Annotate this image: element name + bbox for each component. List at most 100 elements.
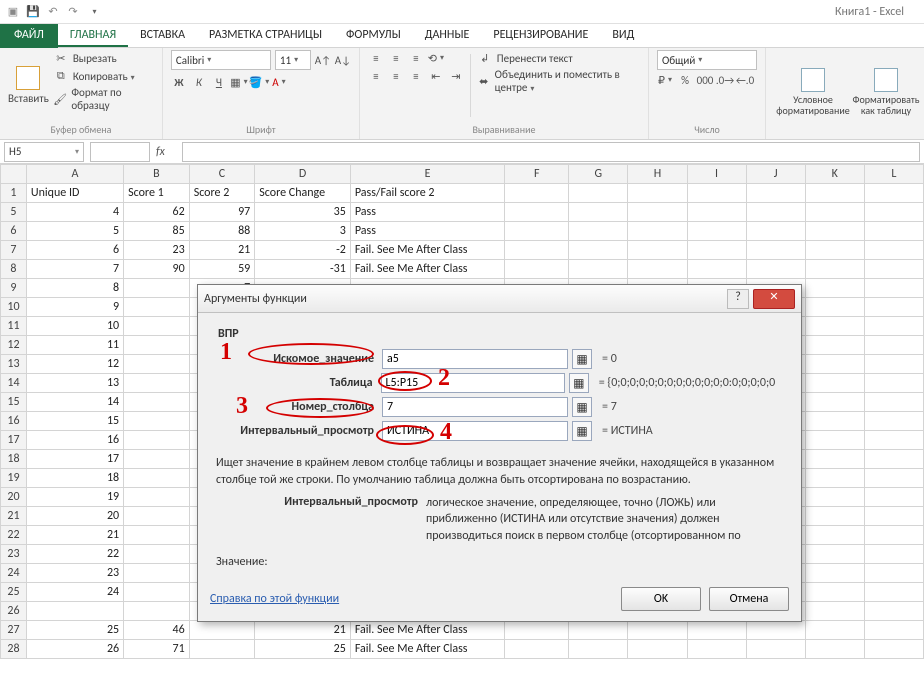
cell[interactable] <box>569 260 628 279</box>
align-right-icon[interactable]: ≡ <box>408 68 424 84</box>
arg-input-col[interactable] <box>382 397 568 417</box>
formula-bar[interactable] <box>182 142 920 162</box>
cell[interactable] <box>805 469 864 488</box>
cell[interactable] <box>864 317 923 336</box>
cell[interactable]: 3 <box>255 222 351 241</box>
align-center-icon[interactable]: ≡ <box>388 68 404 84</box>
cell[interactable] <box>628 260 687 279</box>
italic-icon[interactable]: К <box>191 74 207 90</box>
cell[interactable] <box>864 222 923 241</box>
cell[interactable]: Fail. See Me After Class <box>350 241 504 260</box>
col-header[interactable]: B <box>124 165 190 184</box>
dialog-help-icon[interactable]: ? <box>727 289 749 309</box>
cell[interactable] <box>687 241 746 260</box>
cell[interactable]: 59 <box>189 260 255 279</box>
wrap-text-icon[interactable]: ↲ <box>477 50 493 66</box>
cell[interactable] <box>805 222 864 241</box>
cell[interactable] <box>805 583 864 602</box>
underline-icon[interactable]: Ч <box>211 74 227 90</box>
dialog-titlebar[interactable]: Аргументы функции ? ✕ <box>198 285 801 313</box>
cell[interactable]: Pass <box>350 222 504 241</box>
cell[interactable]: 17 <box>26 450 123 469</box>
cell[interactable]: 85 <box>124 222 190 241</box>
cell[interactable] <box>628 241 687 260</box>
cell[interactable] <box>505 241 569 260</box>
cell[interactable] <box>805 260 864 279</box>
cell[interactable]: 21 <box>189 241 255 260</box>
cell[interactable] <box>124 450 190 469</box>
cell[interactable] <box>124 526 190 545</box>
cell[interactable] <box>124 412 190 431</box>
cell[interactable]: Fail. See Me After Class <box>350 621 504 640</box>
cell[interactable]: 9 <box>26 298 123 317</box>
row-header[interactable]: 6 <box>1 222 27 241</box>
col-header[interactable]: L <box>864 165 923 184</box>
cell[interactable] <box>805 241 864 260</box>
col-header[interactable]: H <box>628 165 687 184</box>
cell[interactable]: 46 <box>124 621 190 640</box>
cell[interactable] <box>569 621 628 640</box>
cell[interactable]: 21 <box>255 621 351 640</box>
cell[interactable]: 26 <box>26 640 123 659</box>
cell[interactable] <box>505 621 569 640</box>
row-header[interactable]: 11 <box>1 317 27 336</box>
font-family-select[interactable]: Calibri <box>171 50 271 70</box>
col-header[interactable]: F <box>505 165 569 184</box>
merge-icon[interactable]: ⬌ <box>477 73 491 89</box>
cell[interactable] <box>687 184 746 203</box>
row-header[interactable]: 17 <box>1 431 27 450</box>
cell[interactable]: 88 <box>189 222 255 241</box>
percent-icon[interactable]: % <box>677 72 693 88</box>
cell[interactable] <box>805 317 864 336</box>
col-header[interactable]: I <box>687 165 746 184</box>
cell[interactable] <box>569 241 628 260</box>
cell[interactable]: Pass/Fail score 2 <box>350 184 504 203</box>
cell[interactable] <box>864 203 923 222</box>
cell[interactable] <box>864 184 923 203</box>
cell[interactable] <box>505 184 569 203</box>
cell[interactable] <box>124 602 190 621</box>
cell[interactable] <box>805 184 864 203</box>
cell[interactable] <box>569 640 628 659</box>
cell[interactable] <box>805 602 864 621</box>
cell[interactable] <box>124 564 190 583</box>
cell[interactable]: 12 <box>26 355 123 374</box>
cell[interactable]: 6 <box>26 241 123 260</box>
cell[interactable] <box>26 602 123 621</box>
increase-decimal-icon[interactable]: .0→ <box>717 72 733 88</box>
cell[interactable]: -31 <box>255 260 351 279</box>
row-header[interactable]: 28 <box>1 640 27 659</box>
cell[interactable] <box>864 545 923 564</box>
cell[interactable] <box>746 260 805 279</box>
cell[interactable] <box>864 583 923 602</box>
cell[interactable] <box>505 260 569 279</box>
cell[interactable] <box>746 640 805 659</box>
cell[interactable] <box>124 355 190 374</box>
redo-icon[interactable]: ↷ <box>64 3 82 21</box>
cell[interactable]: 8 <box>26 279 123 298</box>
cell[interactable] <box>864 279 923 298</box>
cell[interactable]: Fail. See Me After Class <box>350 640 504 659</box>
cell[interactable] <box>864 355 923 374</box>
border-icon[interactable]: ▦ <box>231 74 247 90</box>
cell[interactable] <box>864 507 923 526</box>
cell[interactable] <box>505 640 569 659</box>
cell[interactable] <box>628 184 687 203</box>
col-header[interactable]: J <box>746 165 805 184</box>
cell[interactable] <box>805 298 864 317</box>
row-header[interactable]: 26 <box>1 602 27 621</box>
cell[interactable] <box>124 507 190 526</box>
cell[interactable] <box>746 184 805 203</box>
cell[interactable] <box>805 393 864 412</box>
cell[interactable] <box>687 640 746 659</box>
fx-icon[interactable]: fx <box>156 145 176 159</box>
cell[interactable]: 15 <box>26 412 123 431</box>
cell[interactable] <box>805 488 864 507</box>
row-header[interactable]: 13 <box>1 355 27 374</box>
cell[interactable] <box>569 203 628 222</box>
font-size-select[interactable]: 11 <box>275 50 311 70</box>
cell[interactable] <box>628 222 687 241</box>
comma-icon[interactable]: 000 <box>697 72 713 88</box>
cell[interactable]: 62 <box>124 203 190 222</box>
tab-data[interactable]: ДАННЫЕ <box>413 24 482 47</box>
